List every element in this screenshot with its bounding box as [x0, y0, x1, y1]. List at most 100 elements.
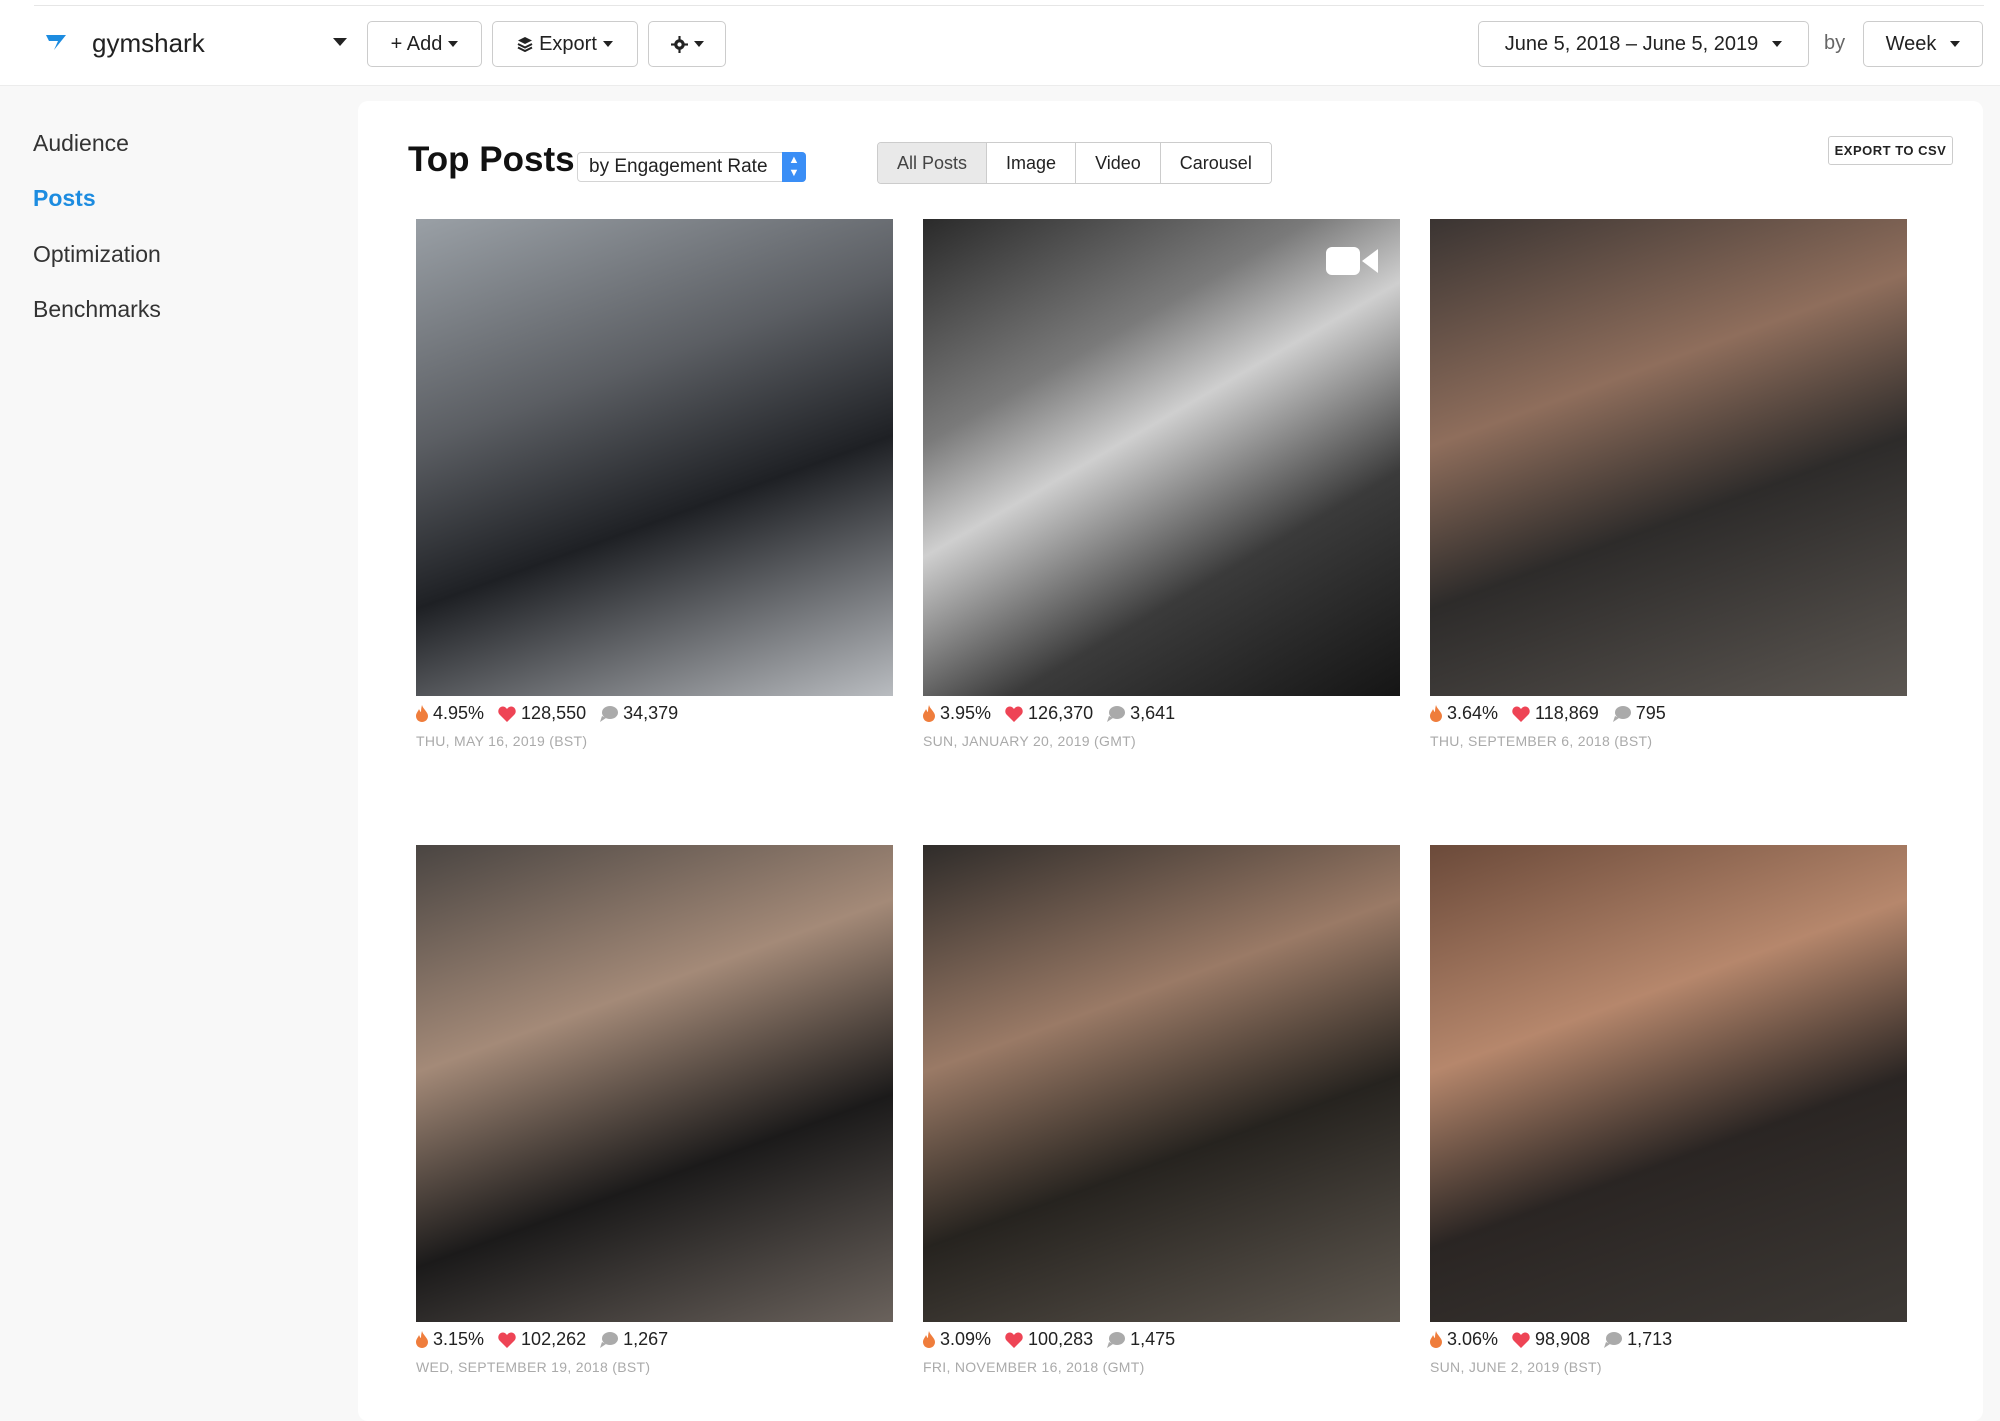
add-label: + Add: [390, 32, 443, 55]
likes-count: 98,908: [1535, 1329, 1591, 1349]
post-card[interactable]: Couple in grey gym wear with camera by d…: [1430, 845, 1907, 1385]
likes-count: 100,283: [1028, 1329, 1094, 1349]
chevron-down-icon: [693, 41, 704, 47]
divider: [34, 5, 1984, 6]
post-image-description: Shirtless man and woman in olive set in …: [1430, 666, 1907, 696]
account-dropdown-caret-icon[interactable]: [333, 38, 347, 46]
post-stats: 4.95% 128,550 34,379: [416, 703, 692, 724]
post-image-description: Man squatting with barbell in gym, black…: [923, 666, 1400, 696]
post-card[interactable]: Four models in black athletic wear on ci…: [416, 219, 893, 759]
comment-icon: [1107, 705, 1126, 722]
heart-icon: [1005, 705, 1023, 722]
sidebar-item-posts[interactable]: Posts: [33, 185, 96, 212]
interval-select[interactable]: Week: [1863, 21, 1983, 67]
heart-icon: [498, 1331, 516, 1348]
post-image[interactable]: Shirtless man and woman in olive set in …: [1430, 219, 1907, 696]
chevron-down-icon: [602, 41, 613, 47]
flame-icon: [1430, 1331, 1442, 1348]
flame-icon: [923, 705, 935, 722]
chevron-down-icon: [1950, 41, 1961, 47]
sidebar-item-benchmarks[interactable]: Benchmarks: [33, 296, 161, 323]
account-name[interactable]: gymshark: [92, 28, 205, 59]
top-bar: gymshark + Add Export June 5, 2018 – Jun…: [0, 0, 2000, 86]
post-stats: 3.95% 126,370 3,641: [923, 703, 1189, 724]
sidebar-item-audience[interactable]: Audience: [33, 130, 129, 157]
post-card[interactable]: Couple in black gym wear with camera by …: [416, 845, 893, 1385]
post-card[interactable]: Shirtless man and woman in olive set in …: [923, 845, 1400, 1385]
comment-icon: [1107, 1331, 1126, 1348]
page-title: Top Posts: [408, 140, 575, 179]
comments-count: 795: [1635, 703, 1666, 723]
export-csv-button[interactable]: EXPORT TO CSV: [1828, 136, 1953, 165]
layers-icon: [517, 37, 533, 52]
comment-icon: [1604, 1331, 1623, 1348]
post-image[interactable]: Shirtless man and woman in olive set in …: [923, 845, 1400, 1322]
flame-icon: [923, 1331, 935, 1348]
likes-count: 118,869: [1535, 703, 1599, 723]
filter-video[interactable]: Video: [1075, 143, 1160, 183]
sort-select-value: by Engagement Rate: [589, 156, 768, 177]
comment-icon: [600, 1331, 619, 1348]
post-type-filter: All Posts Image Video Carousel: [877, 142, 1272, 184]
post-date: THU, SEPTEMBER 6, 2018 (BST): [1430, 733, 1653, 749]
post-date: THU, MAY 16, 2019 (BST): [416, 733, 588, 749]
comments-count: 1,267: [623, 1329, 669, 1349]
filter-image[interactable]: Image: [986, 143, 1076, 183]
heart-icon: [1512, 705, 1530, 722]
post-image[interactable]: Four models in black athletic wear on ci…: [416, 219, 893, 696]
engagement-rate: 4.95%: [433, 703, 485, 723]
gymshark-logo-icon: [46, 35, 66, 50]
heart-icon: [498, 705, 516, 722]
flame-icon: [416, 1331, 428, 1348]
chevron-down-icon: [1772, 41, 1783, 47]
comments-count: 1,475: [1130, 1329, 1176, 1349]
likes-count: 126,370: [1028, 703, 1094, 723]
export-label: Export: [539, 32, 597, 55]
post-stats: 3.06% 98,908 1,713: [1430, 1329, 1686, 1350]
gear-icon: [670, 35, 688, 53]
chevron-down-icon: [448, 41, 459, 47]
sidebar-item-optimization[interactable]: Optimization: [33, 241, 161, 268]
post-card[interactable]: Shirtless man and woman in olive set in …: [1430, 219, 1907, 759]
comment-icon: [600, 705, 619, 722]
heart-icon: [1005, 1331, 1023, 1348]
post-image-description: Couple in black gym wear with camera by …: [416, 1292, 893, 1322]
date-range-label: June 5, 2018 – June 5, 2019: [1504, 32, 1759, 55]
post-stats: 3.09% 100,283 1,475: [923, 1329, 1189, 1350]
likes-count: 128,550: [521, 703, 587, 723]
comments-count: 34,379: [623, 703, 679, 723]
post-stats: 3.64% 118,869 795: [1430, 703, 1680, 724]
interval-label: Week: [1885, 32, 1937, 55]
engagement-rate: 3.06%: [1447, 1329, 1499, 1349]
engagement-rate: 3.09%: [940, 1329, 992, 1349]
post-image-description: Four models in black athletic wear on ci…: [416, 666, 893, 696]
post-image-description: Couple in grey gym wear with camera by d…: [1430, 1292, 1907, 1322]
post-image[interactable]: Couple in black gym wear with camera by …: [416, 845, 893, 1322]
comments-count: 1,713: [1627, 1329, 1673, 1349]
post-date: SUN, JUNE 2, 2019 (BST): [1430, 1359, 1602, 1375]
date-range-picker[interactable]: June 5, 2018 – June 5, 2019: [1478, 21, 1809, 67]
post-image-description: Shirtless man and woman in olive set in …: [923, 1292, 1400, 1322]
post-image[interactable]: Man squatting with barbell in gym, black…: [923, 219, 1400, 696]
comment-icon: [1612, 705, 1631, 722]
filter-carousel[interactable]: Carousel: [1159, 143, 1271, 183]
post-date: WED, SEPTEMBER 19, 2018 (BST): [416, 1359, 651, 1375]
post-stats: 3.15% 102,262 1,267: [416, 1329, 682, 1350]
engagement-rate: 3.95%: [940, 703, 992, 723]
heart-icon: [1512, 1331, 1530, 1348]
post-card[interactable]: Man squatting with barbell in gym, black…: [923, 219, 1400, 759]
post-image[interactable]: Couple in grey gym wear with camera by d…: [1430, 845, 1907, 1322]
add-button[interactable]: + Add: [367, 21, 482, 67]
sort-select[interactable]: by Engagement Rate ▲ ▼: [577, 152, 806, 182]
settings-button[interactable]: [648, 21, 726, 67]
flame-icon: [416, 705, 428, 722]
likes-count: 102,262: [521, 1329, 587, 1349]
flame-icon: [1430, 705, 1442, 722]
export-button[interactable]: Export: [492, 21, 638, 67]
video-icon: [1326, 247, 1378, 275]
engagement-rate: 3.64%: [1447, 703, 1499, 723]
by-label: by: [1824, 32, 1846, 54]
comments-count: 3,641: [1130, 703, 1176, 723]
post-date: FRI, NOVEMBER 16, 2018 (GMT): [923, 1359, 1145, 1375]
filter-all-posts[interactable]: All Posts: [878, 143, 987, 183]
